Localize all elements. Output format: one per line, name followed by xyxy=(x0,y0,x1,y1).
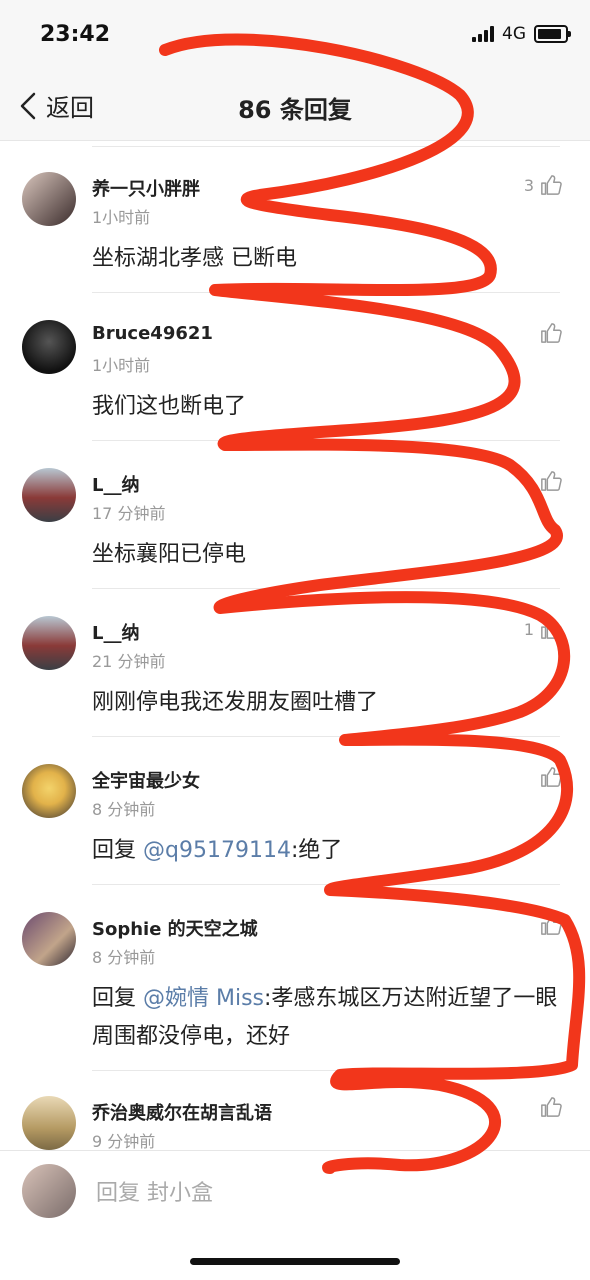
reply-prefix: 回复 xyxy=(92,986,143,1011)
comment-time: 1小时前 xyxy=(92,208,151,227)
comment-author[interactable]: 全宇宙最少女 xyxy=(92,767,200,793)
status-time: 23:42 xyxy=(40,22,111,47)
comment-author[interactable]: 乔治奥威尔在胡言乱语 xyxy=(92,1099,272,1125)
avatar[interactable] xyxy=(22,468,76,522)
comment-text: 刚刚停电我还发朋友圈吐槽了 xyxy=(92,690,379,715)
signal-icon xyxy=(472,26,494,42)
page-title: 86 条回复 xyxy=(238,96,352,124)
divider xyxy=(92,440,560,441)
divider xyxy=(92,884,560,885)
comment-body: :绝了 xyxy=(290,838,343,863)
home-indicator xyxy=(190,1258,400,1265)
status-indicators: 4G xyxy=(472,24,571,44)
like-count: 3 xyxy=(523,175,534,195)
avatar[interactable] xyxy=(22,320,76,374)
like-button[interactable]: 3 xyxy=(524,174,562,196)
thumbs-up-icon xyxy=(541,619,562,639)
nav-bar: 返回 86 条回复 xyxy=(0,70,590,141)
my-avatar xyxy=(22,1164,76,1218)
status-bar: 23:42 4G xyxy=(0,0,590,70)
avatar[interactable] xyxy=(22,764,76,818)
battery-icon xyxy=(534,25,571,43)
thumbs-up-icon xyxy=(541,915,562,935)
divider xyxy=(92,588,560,589)
divider xyxy=(92,1070,560,1071)
comment-time: 17 分钟前 xyxy=(92,504,166,523)
reply-input[interactable]: 回复 封小盒 xyxy=(96,1175,213,1207)
divider xyxy=(92,736,560,737)
comment-text: 回复 @q95179114:绝了 xyxy=(92,832,572,870)
thumbs-up-icon xyxy=(541,767,562,787)
comment-text: 我们这也断电了 xyxy=(92,394,247,419)
reply-bar: 回复 封小盒 xyxy=(0,1150,590,1231)
comment-time: 1小时前 xyxy=(92,356,151,375)
comment-list[interactable]: 养一只小胖胖 1小时前 坐标湖北孝感 已断电 3 Bruce49621 1小时前… xyxy=(0,140,590,1150)
divider xyxy=(92,292,560,293)
comment-author[interactable]: 养一只小胖胖 xyxy=(92,175,200,201)
avatar[interactable] xyxy=(22,912,76,966)
comment-author[interactable]: L__纳 xyxy=(92,471,139,497)
like-button[interactable] xyxy=(534,914,562,936)
comment-text: 坐标湖北孝感 已断电 xyxy=(92,246,297,271)
mention-link[interactable]: @婉情 Miss xyxy=(143,986,264,1011)
comment-author[interactable]: L__纳 xyxy=(92,619,139,645)
divider xyxy=(92,146,560,147)
reply-prefix: 回复 xyxy=(92,838,143,863)
like-button[interactable] xyxy=(534,470,562,492)
thumbs-up-icon xyxy=(541,175,562,195)
like-button[interactable] xyxy=(534,766,562,788)
thumbs-up-icon xyxy=(541,323,562,343)
avatar[interactable] xyxy=(22,616,76,670)
avatar[interactable] xyxy=(22,172,76,226)
comment-time: 21 分钟前 xyxy=(92,652,166,671)
comment-time: 8 分钟前 xyxy=(92,948,156,967)
comment-time: 9 分钟前 xyxy=(92,1132,156,1150)
comment-time: 8 分钟前 xyxy=(92,800,156,819)
like-button[interactable] xyxy=(534,1096,562,1118)
comment-author[interactable]: Sophie 的天空之城 xyxy=(92,915,258,941)
like-button[interactable]: 1 xyxy=(524,618,562,640)
mention-link[interactable]: @q95179114 xyxy=(143,838,291,863)
like-button[interactable] xyxy=(534,322,562,344)
comment-author[interactable]: Bruce49621 xyxy=(92,323,213,344)
comment-text: 回复 @婉情 Miss:孝感东城区万达附近望了一眼周围都没停电，还好 xyxy=(92,980,572,1056)
comment-text: 坐标襄阳已停电 xyxy=(92,542,247,567)
thumbs-up-icon xyxy=(541,1097,562,1117)
like-count: 1 xyxy=(523,619,534,639)
network-type: 4G xyxy=(502,24,526,44)
thumbs-up-icon xyxy=(541,471,562,491)
avatar[interactable] xyxy=(22,1096,76,1150)
